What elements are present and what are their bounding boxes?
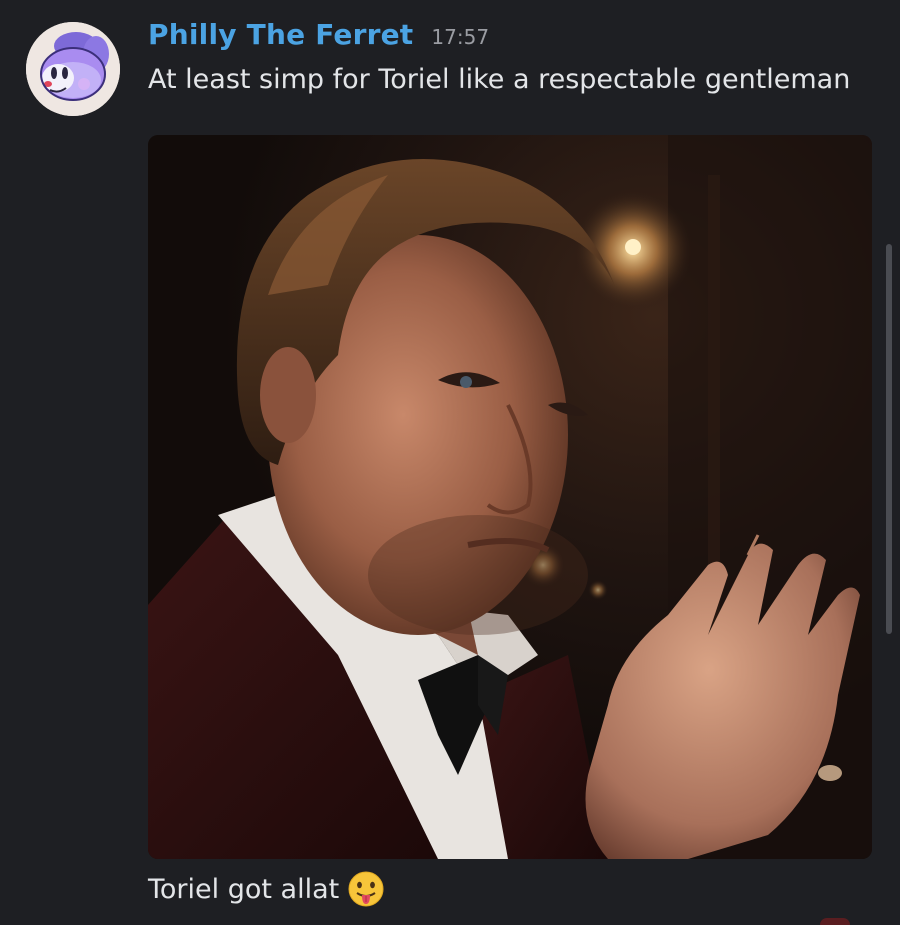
scrollbar-thumb[interactable] xyxy=(886,244,892,634)
followup-message: Toriel got allat xyxy=(148,870,385,908)
followup-text: Toriel got allat xyxy=(148,873,340,905)
author-name[interactable]: Philly The Ferret xyxy=(148,18,413,51)
user-avatar[interactable] xyxy=(26,22,120,116)
ferret-avatar-icon xyxy=(26,22,120,116)
photo-attachment-icon xyxy=(148,135,872,859)
image-attachment[interactable] xyxy=(148,135,872,859)
next-message-avatar-edge xyxy=(820,918,850,925)
message-timestamp: 17:57 xyxy=(431,25,490,49)
message-text: At least simp for Toriel like a respecta… xyxy=(148,64,851,95)
face-with-tongue-emoji-icon xyxy=(347,870,385,908)
chat-message: Philly The Ferret 17:57 At least simp fo… xyxy=(0,0,900,925)
message-header: Philly The Ferret 17:57 xyxy=(148,18,489,62)
